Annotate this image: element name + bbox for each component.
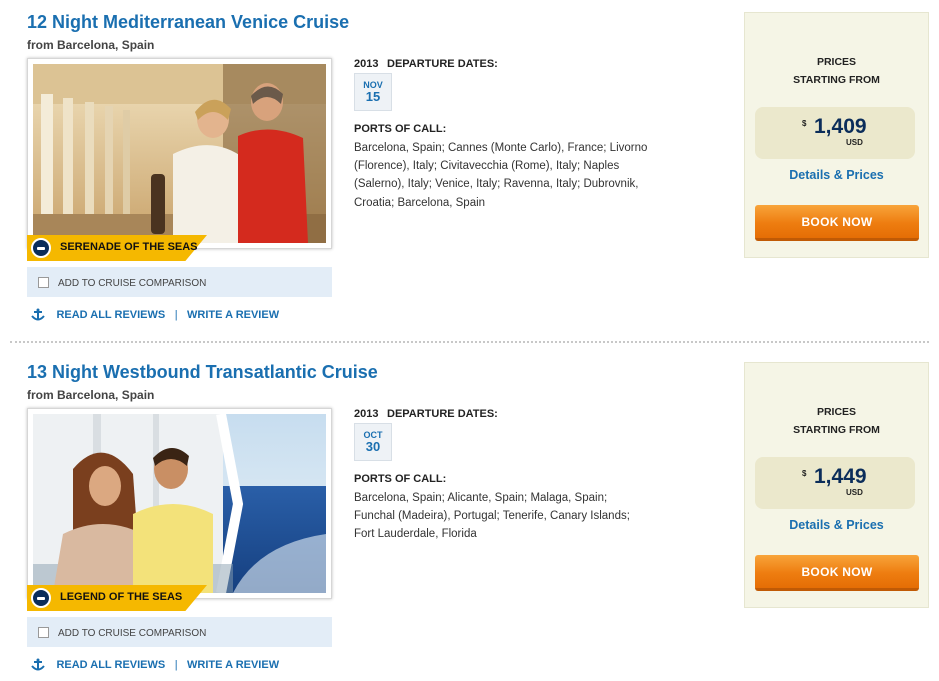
crown-anchor-icon — [30, 658, 46, 672]
currency-symbol: $ — [802, 119, 807, 128]
departure-date-chip[interactable]: NOV 15 — [354, 73, 392, 111]
link-separator: | — [174, 658, 178, 671]
currency-symbol: $ — [802, 469, 807, 478]
compare-label[interactable]: ADD TO CRUISE COMPARISON — [58, 628, 206, 639]
ports-of-call-heading: PORTS OF CALL: — [354, 473, 447, 485]
read-all-reviews-link[interactable]: READ ALL REVIEWS — [56, 309, 165, 321]
departure-year: 2013 — [354, 408, 379, 420]
write-review-link[interactable]: WRITE A REVIEW — [187, 659, 279, 671]
prices-heading: PRICES — [816, 406, 857, 418]
departure-port: from Barcelona, Spain — [27, 388, 155, 402]
listing-divider — [10, 341, 929, 343]
departure-year: 2013 — [354, 58, 379, 70]
departure-day: 30 — [365, 439, 381, 454]
departure-date-chip[interactable]: OCT 30 — [354, 423, 392, 461]
compare-label[interactable]: ADD TO CRUISE COMPARISON — [58, 278, 206, 289]
ports-of-call-list: Barcelona, Spain; Cannes (Monte Carlo), … — [354, 142, 648, 209]
royal-caribbean-logo-icon — [31, 588, 51, 608]
ship-name-banner: LEGEND OF THE SEAS — [27, 585, 207, 611]
cruise-comparison-row: ADD TO CRUISE COMPARISON — [27, 267, 332, 297]
compare-checkbox[interactable] — [38, 277, 49, 288]
price-panel: PRICES STARTING FROM $ 1,409 USD Details… — [744, 12, 929, 258]
ports-of-call-list: Barcelona, Spain; Alicante, Spain; Malag… — [354, 492, 630, 541]
price-box: $ 1,449 USD — [755, 457, 915, 509]
cruise-comparison-row: ADD TO CRUISE COMPARISON — [27, 617, 332, 647]
departure-dates-heading: DEPARTURE DATES: — [387, 58, 498, 70]
ports-of-call-heading: PORTS OF CALL: — [354, 123, 447, 135]
price-box: $ 1,409 USD — [755, 107, 915, 159]
reviews-links: READ ALL REVIEWS | WRITE A REVIEW — [30, 306, 279, 322]
cruise-title-link[interactable]: 13 Night Westbound Transatlantic Cruise — [27, 362, 378, 383]
ship-name-banner: SERENADE OF THE SEAS — [27, 235, 207, 261]
link-separator: | — [174, 308, 178, 321]
details-prices-link[interactable]: Details & Prices — [745, 518, 928, 532]
cruise-photo[interactable] — [27, 58, 332, 249]
starting-from-label: STARTING FROM — [793, 74, 880, 86]
write-review-link[interactable]: WRITE A REVIEW — [187, 309, 279, 321]
departure-day: 15 — [365, 89, 381, 104]
price-amount: 1,409 — [814, 115, 867, 138]
price-panel: PRICES STARTING FROM $ 1,449 USD Details… — [744, 362, 929, 608]
price-amount: 1,449 — [814, 465, 867, 488]
book-now-button[interactable]: BOOK NOW — [755, 555, 919, 591]
details-prices-link[interactable]: Details & Prices — [745, 168, 928, 182]
cloister-couple-image — [33, 64, 326, 243]
starting-from-label: STARTING FROM — [793, 424, 880, 436]
currency-code: USD — [846, 138, 863, 147]
cruise-title-link[interactable]: 12 Night Mediterranean Venice Cruise — [27, 12, 349, 33]
read-all-reviews-link[interactable]: READ ALL REVIEWS — [56, 659, 165, 671]
ship-name: SERENADE OF THE SEAS — [60, 241, 198, 253]
ship-name: LEGEND OF THE SEAS — [60, 591, 183, 603]
departure-port: from Barcelona, Spain — [27, 38, 155, 52]
cruise-listing: 12 Night Mediterranean Venice Cruise fro… — [0, 0, 939, 340]
currency-code: USD — [846, 488, 863, 497]
prices-heading: PRICES — [816, 56, 857, 68]
book-now-button[interactable]: BOOK NOW — [755, 205, 919, 241]
crown-anchor-icon — [30, 308, 46, 322]
reviews-links: READ ALL REVIEWS | WRITE A REVIEW — [30, 656, 279, 672]
cruise-listing: 13 Night Westbound Transatlantic Cruise … — [0, 350, 939, 681]
departure-dates-heading: DEPARTURE DATES: — [387, 408, 498, 420]
ship-deck-couple-image — [33, 414, 326, 593]
royal-caribbean-logo-icon — [31, 238, 51, 258]
cruise-photo[interactable] — [27, 408, 332, 599]
compare-checkbox[interactable] — [38, 627, 49, 638]
